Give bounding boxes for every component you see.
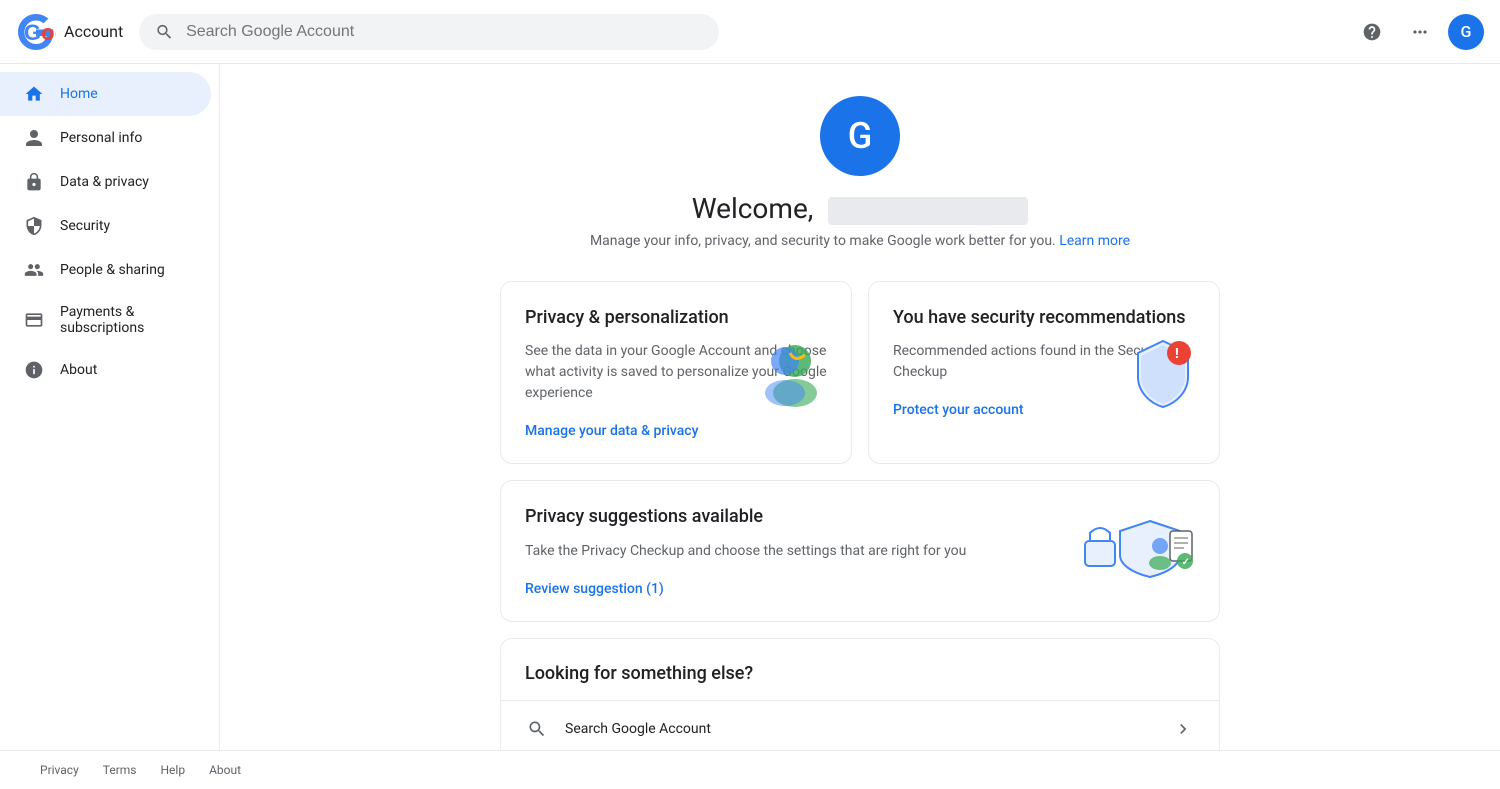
header-title: Account [64, 22, 123, 41]
apps-button[interactable] [1400, 12, 1440, 52]
suggestion-card-content: Privacy suggestions available Take the P… [525, 505, 1075, 596]
apps-icon [1410, 22, 1430, 42]
sidebar-item-people-sharing-label: People & sharing [60, 262, 165, 278]
privacy-card-link[interactable]: Manage your data & privacy [525, 423, 698, 439]
info-icon [24, 360, 44, 380]
cards-grid: Privacy & personalization See the data i… [500, 281, 1220, 464]
home-icon [24, 84, 44, 104]
header: Google Account G [0, 0, 1500, 64]
search-icon [155, 22, 174, 42]
privacy-card-title: Privacy & personalization [525, 306, 827, 329]
user-avatar-large: G [820, 96, 900, 176]
user-name-redacted [828, 197, 1028, 225]
security-icon [24, 216, 44, 236]
security-illustration: ! [1123, 333, 1203, 413]
footer-terms-link[interactable]: Terms [103, 763, 137, 777]
suggestion-card-title: Privacy suggestions available [525, 505, 1075, 528]
welcome-subtitle: Manage your info, privacy, and security … [590, 233, 1130, 249]
footer-help-link[interactable]: Help [161, 763, 186, 777]
search-bar[interactable] [139, 14, 719, 50]
suggestion-illustration: ✓ [1075, 511, 1195, 591]
search-icon [525, 717, 549, 741]
looking-item-search[interactable]: Search Google Account [501, 700, 1219, 750]
security-card-link[interactable]: Protect your account [893, 402, 1024, 418]
footer: Privacy Terms Help About [0, 750, 1500, 789]
learn-more-link[interactable]: Learn more [1059, 233, 1130, 249]
sidebar-item-personal-info-label: Personal info [60, 130, 142, 146]
avatar[interactable]: G [1448, 14, 1484, 50]
suggestion-card-description: Take the Privacy Checkup and choose the … [525, 541, 1075, 562]
looking-section: Looking for something else? Search Googl… [500, 638, 1220, 750]
suggestion-card: Privacy suggestions available Take the P… [500, 480, 1220, 621]
svg-text:Google: Google [24, 20, 56, 45]
help-button[interactable] [1352, 12, 1392, 52]
main-layout: Home Personal info Data & privacy Securi… [0, 64, 1500, 750]
footer-about-link[interactable]: About [209, 763, 241, 777]
svg-text:!: ! [1175, 346, 1179, 362]
help-icon [1362, 22, 1382, 42]
welcome-title: Welcome, [692, 192, 1029, 225]
welcome-section: G Welcome, Manage your info, privacy, an… [260, 96, 1460, 249]
sidebar-item-data-privacy[interactable]: Data & privacy [0, 160, 211, 204]
sidebar-item-about-label: About [60, 362, 97, 378]
sidebar-item-home-label: Home [60, 86, 98, 102]
sidebar-item-data-privacy-label: Data & privacy [60, 174, 149, 190]
google-logo-icon: Google [16, 12, 56, 52]
sidebar-item-payments[interactable]: Payments & subscriptions [0, 292, 211, 348]
arrow-icon [1171, 717, 1195, 741]
google-account-logo[interactable]: Google Account [16, 12, 123, 52]
search-account-label: Search Google Account [565, 721, 1155, 737]
privacy-illustration [755, 333, 835, 413]
payment-icon [24, 310, 44, 330]
suggestion-card-link[interactable]: Review suggestion (1) [525, 581, 664, 597]
people-icon [24, 260, 44, 280]
security-card-title: You have security recommendations [893, 306, 1195, 329]
footer-privacy-link[interactable]: Privacy [40, 763, 79, 777]
sidebar-item-security[interactable]: Security [0, 204, 211, 248]
looking-section-title: Looking for something else? [501, 639, 1219, 700]
search-input[interactable] [186, 23, 703, 41]
sidebar-item-security-label: Security [60, 218, 110, 234]
svg-text:✓: ✓ [1182, 557, 1190, 568]
main-content: G Welcome, Manage your info, privacy, an… [220, 64, 1500, 750]
sidebar-item-personal-info[interactable]: Personal info [0, 116, 211, 160]
header-actions: G [1352, 12, 1484, 52]
sidebar-item-about[interactable]: About [0, 348, 211, 392]
sidebar-item-home[interactable]: Home [0, 72, 211, 116]
privacy-card: Privacy & personalization See the data i… [500, 281, 852, 464]
sidebar-item-payments-label: Payments & subscriptions [60, 304, 187, 336]
security-card: You have security recommendations Recomm… [868, 281, 1220, 464]
lock-icon [24, 172, 44, 192]
person-icon [24, 128, 44, 148]
sidebar: Home Personal info Data & privacy Securi… [0, 64, 220, 750]
sidebar-item-people-sharing[interactable]: People & sharing [0, 248, 211, 292]
